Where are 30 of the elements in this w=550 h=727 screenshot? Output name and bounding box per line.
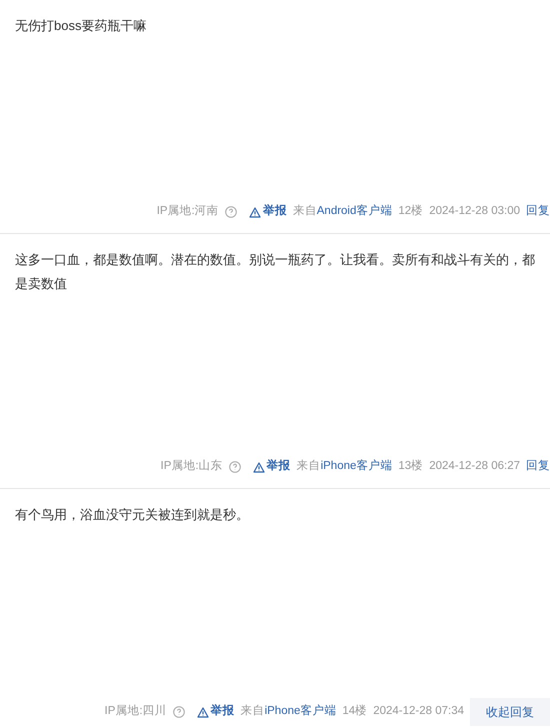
floor-number: 12楼 — [398, 204, 424, 220]
ip-location: IP属地:山东 — [160, 458, 223, 474]
client-link[interactable]: Android客户端 — [316, 203, 392, 221]
post-time: 2024-12-28 07:34 — [373, 704, 464, 720]
help-icon[interactable] — [224, 206, 237, 218]
report-link[interactable]: 举报 — [248, 203, 287, 221]
ip-location: IP属地:河南 — [156, 204, 219, 220]
warning-icon — [248, 206, 261, 218]
ip-location: IP属地:四川 — [104, 704, 167, 720]
reply-link[interactable]: 回复 — [526, 458, 550, 476]
source-label: 来自 — [292, 204, 317, 220]
client-link[interactable]: iPhone客户端 — [320, 458, 392, 476]
warning-icon — [252, 462, 265, 472]
post-text: 有个鸟用，浴血没守元关被连到就是秒。 — [15, 506, 250, 524]
source-label: 来自 — [296, 458, 321, 474]
floor-number: 13楼 — [398, 458, 424, 474]
post-time: 2024-12-28 03:00 — [429, 204, 520, 220]
reply-link[interactable]: 回复 — [526, 203, 550, 221]
floor-number: 14楼 — [342, 704, 368, 720]
source-label: 来自 — [240, 704, 265, 720]
help-icon[interactable] — [172, 706, 185, 718]
warning-icon — [196, 706, 209, 718]
post-time: 2024-12-28 06:27 — [429, 459, 520, 474]
report-link[interactable]: 举报 — [252, 458, 291, 476]
help-icon[interactable] — [228, 461, 241, 473]
client-link[interactable]: iPhone客户端 — [264, 703, 336, 721]
report-link[interactable]: 举报 — [196, 703, 235, 721]
collapse-replies-button[interactable]: 收起回复 — [470, 698, 550, 726]
post-text: 这多一口血，都是数值啊。潜在的数值。别说一瓶药了。让我看。卖所有和战斗有关的，都是卖数值 — [15, 251, 536, 293]
post-text: 无伤打boss要药瓶干嘛 — [15, 17, 148, 35]
